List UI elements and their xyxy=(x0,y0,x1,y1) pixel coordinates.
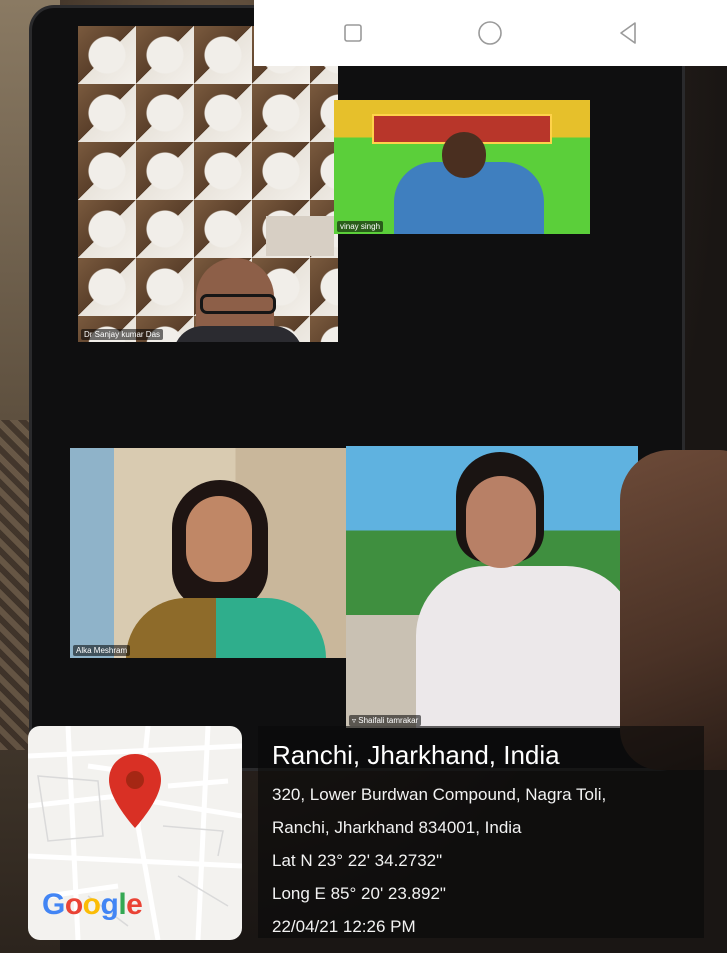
address-line-2: Ranchi, Jharkhand 834001, India xyxy=(272,818,522,837)
circle-icon[interactable] xyxy=(475,18,505,48)
video-tile-alka[interactable]: Alka Meshram xyxy=(70,448,346,658)
participant-name-label: Alka Meshram xyxy=(73,645,131,656)
shelf-decor xyxy=(266,216,334,256)
participant-face xyxy=(186,496,252,582)
address-line-1: 320, Lower Burdwan Compound, Nagra Toli, xyxy=(272,785,607,804)
glasses xyxy=(200,294,276,314)
square-icon[interactable] xyxy=(338,18,368,48)
geo-tag-panel: Ranchi, Jharkhand, India 320, Lower Burd… xyxy=(258,726,704,938)
participant-name-label: vinay singh xyxy=(337,221,384,232)
google-logo: Google xyxy=(42,888,143,921)
android-nav-bar xyxy=(254,0,727,66)
longitude-text: Long E 85° 20' 23.892" xyxy=(272,884,446,903)
participant-shirt xyxy=(416,566,636,728)
participant-saree xyxy=(126,598,326,658)
map-thumbnail[interactable]: Google xyxy=(28,726,242,940)
latitude-text: Lat N 23° 22' 34.2732" xyxy=(272,851,443,870)
hand xyxy=(620,450,727,770)
location-title: Ranchi, Jharkhand, India xyxy=(272,740,560,770)
participant-name-label: Dr Sanjay kumar Das xyxy=(81,329,164,340)
back-triangle-icon[interactable] xyxy=(613,18,643,48)
participant-shirt xyxy=(173,326,303,342)
participant-name-label: ▿ Shaifali tamrakar xyxy=(349,715,422,726)
video-tile-sanjay[interactable]: Dr Sanjay kumar Das xyxy=(78,26,338,342)
video-tile-vinay[interactable]: vinay singh xyxy=(334,100,590,234)
timestamp-text: 22/04/21 12:26 PM xyxy=(272,917,416,936)
participant-name-text: Shaifali tamrakar xyxy=(358,716,419,725)
participant-face xyxy=(466,476,536,568)
video-tile-shaifali[interactable]: ▿ Shaifali tamrakar xyxy=(346,446,638,728)
participant-face xyxy=(442,132,486,178)
